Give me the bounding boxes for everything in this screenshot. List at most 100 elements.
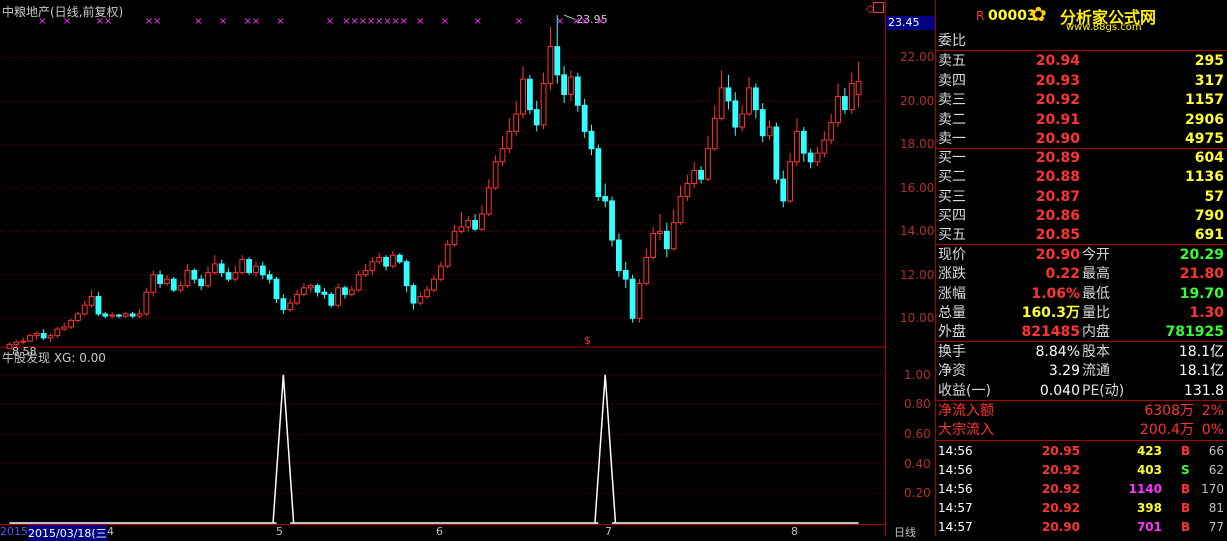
- candle-body[interactable]: [506, 130, 513, 150]
- candle-body[interactable]: [472, 219, 478, 230]
- candle-body[interactable]: [129, 313, 136, 317]
- sell-order-row[interactable]: 卖四 20.93 317: [936, 71, 1227, 91]
- candle-body[interactable]: [821, 139, 828, 154]
- candle-body[interactable]: [342, 287, 348, 295]
- candle-body[interactable]: [218, 263, 225, 274]
- candle-body[interactable]: [746, 87, 752, 115]
- candle-body[interactable]: [725, 87, 732, 102]
- candle-body[interactable]: [164, 278, 170, 284]
- candle-body[interactable]: [444, 243, 451, 267]
- candle-body[interactable]: [225, 272, 232, 280]
- candle-body[interactable]: [150, 274, 157, 293]
- candle-body[interactable]: [294, 293, 300, 304]
- candle-body[interactable]: [581, 104, 588, 132]
- candle-body[interactable]: [540, 83, 547, 126]
- candle-body[interactable]: [307, 285, 314, 289]
- candle-body[interactable]: [95, 296, 102, 315]
- candle-body[interactable]: [191, 269, 198, 280]
- candle-body[interactable]: [787, 161, 793, 202]
- candle-body[interactable]: [184, 269, 191, 287]
- candle-body[interactable]: [752, 87, 759, 111]
- candle-body[interactable]: [102, 313, 109, 317]
- chart-canvas[interactable]: 23.958.58× × × × × × × × × × × × × × × × × × × × × × × × × × × ×: [0, 0, 885, 536]
- candle-body[interactable]: [40, 332, 47, 339]
- candle-body[interactable]: [355, 274, 362, 291]
- candle-body[interactable]: [410, 285, 417, 304]
- candle-body[interactable]: [520, 78, 526, 115]
- candle-body[interactable]: [116, 314, 122, 317]
- candle-body[interactable]: [75, 313, 81, 321]
- candle-body[interactable]: [246, 259, 253, 274]
- candle-body[interactable]: [841, 96, 848, 111]
- candle-body[interactable]: [602, 196, 609, 202]
- candle-body[interactable]: [561, 74, 568, 95]
- candle-body[interactable]: [698, 169, 704, 180]
- expand-icon[interactable]: [873, 2, 884, 13]
- candle-body[interactable]: [547, 46, 554, 85]
- candle-body[interactable]: [280, 298, 287, 311]
- candle-body[interactable]: [177, 285, 184, 291]
- candle-body[interactable]: [198, 278, 205, 287]
- candle-body[interactable]: [513, 113, 520, 132]
- candle-body[interactable]: [314, 285, 321, 293]
- candle-body[interactable]: [61, 326, 68, 330]
- candle-body[interactable]: [211, 263, 218, 274]
- tick-row[interactable]: 14:56 20.95 423 B 66: [936, 441, 1227, 461]
- candle-body[interactable]: [390, 254, 396, 267]
- candle-body[interactable]: [54, 328, 61, 337]
- candle-body[interactable]: [629, 278, 636, 319]
- candle-body[interactable]: [615, 239, 622, 271]
- candle-body[interactable]: [485, 187, 492, 215]
- tick-row[interactable]: 14:57 20.92 398 B 81: [936, 498, 1227, 518]
- candle-body[interactable]: [526, 78, 533, 111]
- candle-body[interactable]: [383, 256, 389, 267]
- buy-order-row[interactable]: 买四 20.86 790: [936, 206, 1227, 226]
- candle-body[interactable]: [143, 291, 150, 315]
- candle-body[interactable]: [232, 272, 239, 280]
- candle-body[interactable]: [376, 256, 383, 263]
- candle-body[interactable]: [403, 261, 410, 287]
- candle-body[interactable]: [650, 233, 657, 258]
- candle-body[interactable]: [205, 272, 211, 287]
- candle-body[interactable]: [588, 130, 595, 150]
- candle-body[interactable]: [780, 178, 787, 202]
- candle-body[interactable]: [499, 148, 506, 163]
- candle-body[interactable]: [636, 282, 643, 319]
- candle-body[interactable]: [20, 340, 27, 343]
- candle-body[interactable]: [170, 278, 177, 291]
- candle-body[interactable]: [81, 304, 88, 315]
- candle-body[interactable]: [136, 313, 143, 317]
- candle-body[interactable]: [239, 259, 246, 274]
- candle-body[interactable]: [643, 256, 650, 284]
- candle-body[interactable]: [437, 265, 444, 280]
- buy-order-row[interactable]: 买三 20.87 57: [936, 187, 1227, 207]
- candle-body[interactable]: [828, 122, 835, 141]
- candle-body[interactable]: [362, 269, 369, 276]
- candle-body[interactable]: [348, 289, 355, 295]
- candle-body[interactable]: [800, 130, 807, 154]
- candle-body[interactable]: [807, 152, 814, 163]
- candle-body[interactable]: [739, 113, 746, 128]
- candle-body[interactable]: [266, 274, 273, 280]
- candle-body[interactable]: [574, 76, 581, 106]
- candle-body[interactable]: [253, 265, 259, 274]
- sell-order-row[interactable]: 卖五 20.94 295: [936, 51, 1227, 71]
- candle-body[interactable]: [259, 265, 266, 276]
- candle-body[interactable]: [670, 222, 677, 250]
- candle-body[interactable]: [321, 291, 328, 295]
- candle-body[interactable]: [766, 126, 773, 137]
- candle-body[interactable]: [554, 46, 561, 76]
- candle-body[interactable]: [13, 341, 20, 345]
- candle-body[interactable]: [300, 287, 307, 295]
- candle-body[interactable]: [533, 109, 540, 126]
- candle-body[interactable]: [855, 80, 862, 96]
- sell-order-row[interactable]: 卖三 20.92 1157: [936, 90, 1227, 110]
- candle-body[interactable]: [273, 278, 280, 300]
- tick-row[interactable]: 14:57 20.90 701 B 77: [936, 517, 1227, 537]
- candle-body[interactable]: [396, 254, 403, 263]
- candle-body[interactable]: [794, 130, 800, 163]
- candle-body[interactable]: [622, 269, 629, 280]
- candle-body[interactable]: [424, 289, 431, 298]
- candle-body[interactable]: [732, 100, 739, 128]
- candle-body[interactable]: [479, 213, 485, 230]
